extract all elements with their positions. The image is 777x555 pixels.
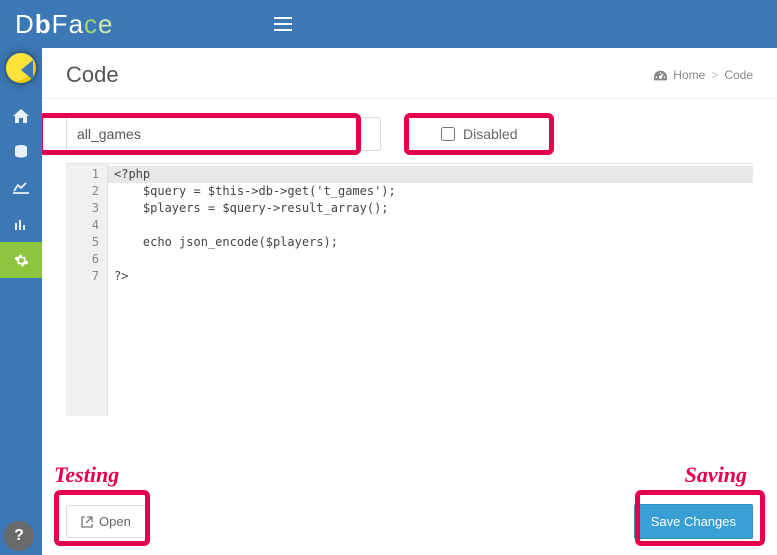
editor-code[interactable]: <?php $query = $this->db->get('t_games')… [108, 164, 753, 416]
footer: Open Save Changes Testing Saving [42, 488, 777, 555]
breadcrumb-current: Code [724, 68, 753, 82]
disabled-toggle[interactable]: Disabled [431, 117, 531, 151]
code-editor-container: 1234567 <?php $query = $this->db->get('t… [66, 163, 753, 416]
save-label: Save Changes [651, 514, 736, 529]
breadcrumb-home[interactable]: Home [673, 68, 705, 82]
dashboard-icon [654, 70, 667, 81]
code-editor[interactable]: 1234567 <?php $query = $this->db->get('t… [66, 164, 753, 416]
open-icon [81, 516, 93, 528]
nav-settings[interactable] [0, 242, 42, 278]
nav-barchart[interactable] [0, 206, 42, 242]
editor-gutter: 1234567 [66, 164, 108, 416]
nav-database[interactable] [0, 134, 42, 170]
nav-analytics[interactable] [0, 170, 42, 206]
breadcrumb: Home > Code [654, 68, 753, 82]
help-button[interactable]: ? [4, 521, 34, 551]
content: Disabled 1234567 <?php $query = $this->d… [42, 99, 777, 488]
topbar: DbFace [0, 0, 777, 48]
breadcrumb-sep: > [711, 68, 718, 82]
page-header: Code Home > Code [42, 48, 777, 99]
disabled-checkbox[interactable] [441, 127, 455, 141]
sidebar: ? [0, 48, 42, 555]
open-button[interactable]: Open [66, 505, 146, 538]
menu-toggle-icon[interactable] [274, 17, 292, 31]
disabled-label: Disabled [463, 126, 517, 142]
logo: DbFace [15, 9, 114, 40]
page-title: Code [66, 62, 119, 88]
nav-home[interactable] [0, 98, 42, 134]
api-name-input[interactable] [66, 117, 381, 151]
save-button[interactable]: Save Changes [634, 504, 753, 539]
open-label: Open [99, 514, 131, 529]
main: Code Home > Code Disabled 1234567 [42, 48, 777, 555]
avatar[interactable] [3, 50, 39, 86]
